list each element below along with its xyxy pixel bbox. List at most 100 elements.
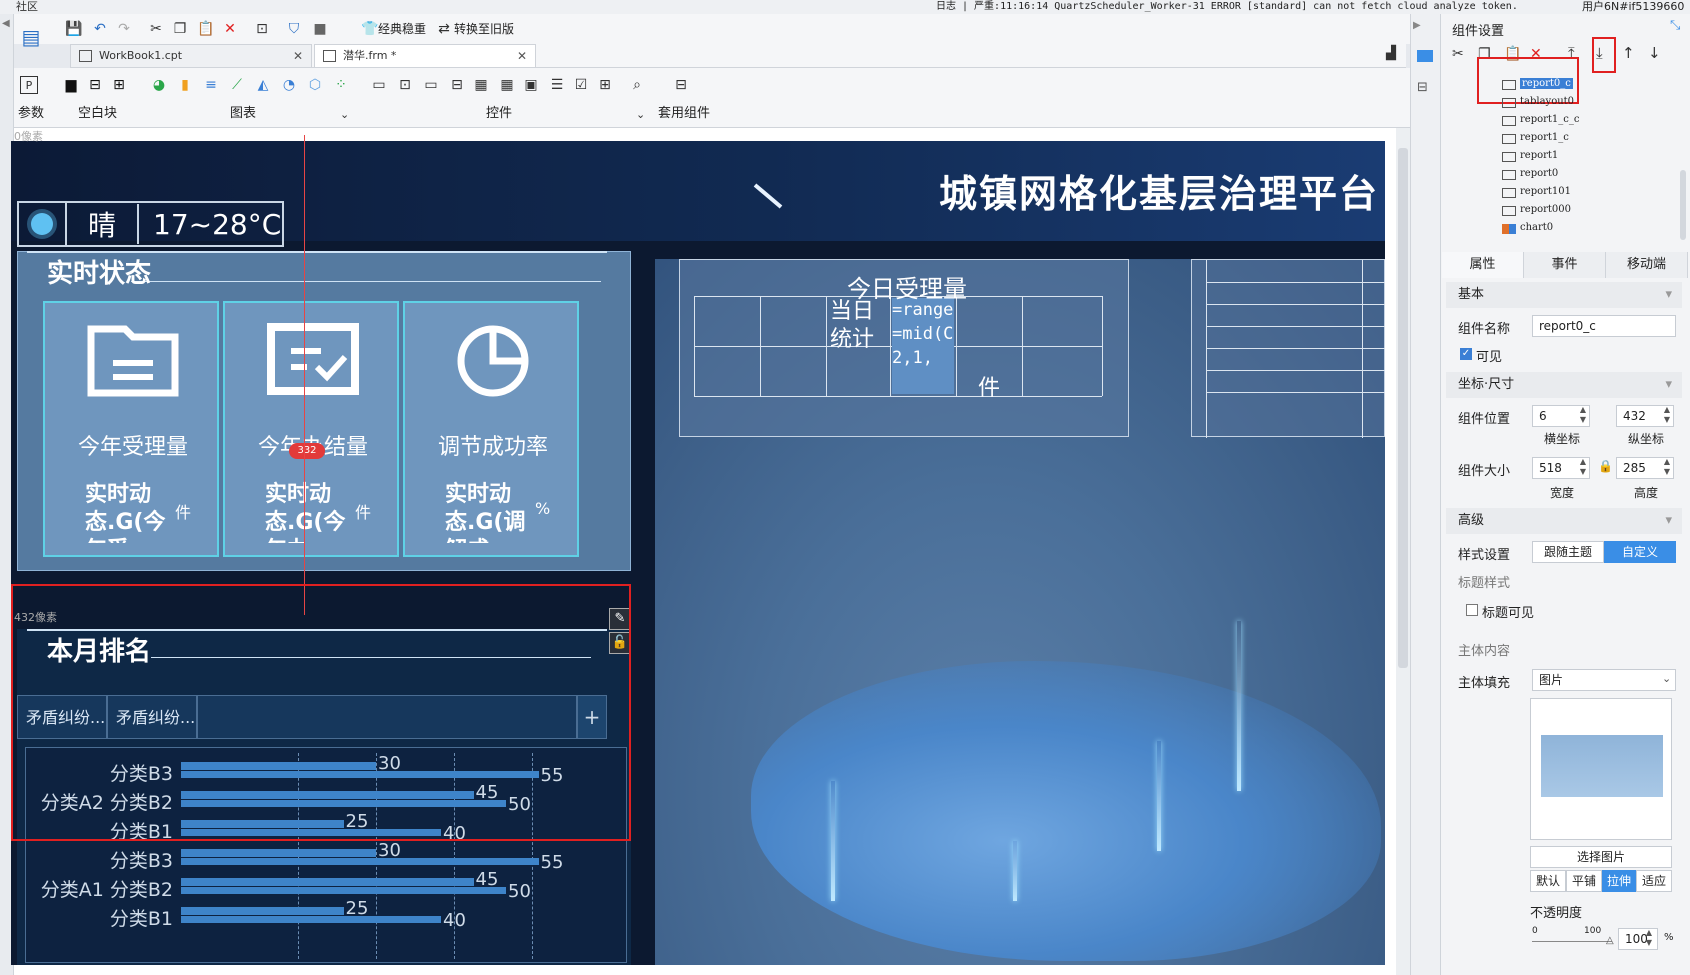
slider-thumb-icon[interactable]: △ — [1606, 935, 1614, 946]
hbar-chart-icon[interactable]: ≡ — [202, 76, 220, 94]
stepper-icon[interactable]: ▲ ▼ — [1662, 405, 1672, 427]
bar[interactable] — [181, 878, 474, 886]
bar[interactable] — [181, 907, 344, 915]
weather-widget[interactable]: 晴 17~28°C — [17, 201, 284, 247]
stop-icon[interactable]: ■ — [310, 19, 330, 39]
user-name[interactable]: 用户6N#if5139660 — [1582, 0, 1684, 14]
close-icon[interactable]: ✕ — [293, 45, 303, 67]
fill-select[interactable]: 图片 — [1532, 669, 1676, 691]
opacity-slider[interactable] — [1532, 941, 1612, 942]
section-position-size[interactable]: 坐标·尺寸 — [1446, 372, 1682, 398]
convert-legacy-button[interactable]: 转换至旧版 — [454, 20, 514, 37]
component-name-input[interactable]: report0_c — [1532, 315, 1676, 337]
community-link[interactable]: 社区 — [16, 0, 38, 14]
formula-cell[interactable]: =range =mid(C2,1, — [892, 298, 954, 394]
label-widget-icon[interactable]: ▭ — [422, 76, 440, 94]
pie-chart-icon[interactable]: ◕ — [150, 76, 168, 94]
combo-widget-icon[interactable]: ⊟ — [448, 76, 466, 94]
cut-icon[interactable]: ✂ — [146, 19, 166, 39]
chevron-down-icon[interactable]: ⌄ — [340, 108, 349, 121]
tree-item[interactable]: chart0 — [1502, 222, 1553, 234]
right-table-panel[interactable] — [1191, 259, 1385, 438]
apply-component-group[interactable]: 套用组件 — [658, 102, 710, 121]
mode-fit[interactable]: 适应 — [1636, 870, 1672, 892]
redo-icon[interactable]: ↷ — [114, 19, 134, 39]
stat-card-success-rate[interactable]: 调节成功率 实时动态.G(调解成 % — [403, 301, 579, 557]
aspect-lock-icon[interactable]: 🔒 — [1598, 459, 1613, 473]
bar[interactable] — [181, 916, 441, 923]
move-down-icon[interactable]: ↓ — [1648, 44, 1661, 62]
tab-events[interactable]: 事件 — [1524, 252, 1606, 278]
line-chart-icon[interactable]: ⟋ — [228, 76, 246, 94]
tree-item[interactable]: report0_c — [1502, 78, 1573, 90]
choose-image-button[interactable]: 选择图片 — [1530, 846, 1672, 868]
pin-icon[interactable]: ▟ — [1386, 46, 1396, 61]
tree-item[interactable]: report1 — [1502, 150, 1558, 162]
gauge-chart-icon[interactable]: ◔ — [280, 76, 298, 94]
blank-block-icon[interactable]: ▆ — [62, 76, 80, 94]
cut-icon[interactable]: ✂ — [1452, 46, 1464, 62]
calendar-widget-icon[interactable]: ▦ — [498, 76, 516, 94]
tree-item[interactable]: report1_c_c — [1502, 114, 1579, 126]
bar[interactable] — [181, 849, 376, 857]
widget-group[interactable]: 控件 — [486, 102, 512, 121]
classic-theme-button[interactable]: 经典稳重 — [378, 20, 426, 37]
stat-card-received[interactable]: 今年受理量 实时动态.G(今年受 件 — [43, 301, 219, 557]
visible-checkbox[interactable]: ✓ — [1460, 348, 1472, 360]
area-chart-icon[interactable]: ◭ — [254, 76, 272, 94]
delete-icon[interactable]: ✕ — [220, 19, 240, 39]
list-widget-icon[interactable]: ☰ — [548, 76, 566, 94]
stepper-icon[interactable]: ▲ ▼ — [1662, 457, 1672, 479]
checkbox-widget-icon[interactable]: ☑ — [572, 76, 590, 94]
daily-stat-cell[interactable]: 当日统计 — [830, 298, 886, 394]
undo-icon[interactable]: ↶ — [90, 19, 110, 39]
save-icon[interactable]: 💾 — [64, 19, 84, 39]
scrollbar-thumb[interactable] — [1398, 148, 1408, 668]
chevron-down-icon[interactable]: ⌄ — [1662, 672, 1671, 685]
log-message[interactable]: 日志 | 严重:11:16:14 QuartzScheduler_Worker-… — [936, 0, 1518, 14]
layout-block-icon[interactable]: ⊟ — [86, 76, 104, 94]
mode-tile[interactable]: 平铺 — [1566, 870, 1602, 892]
tree-item[interactable]: tablayout0 — [1502, 96, 1574, 108]
copy-icon[interactable]: ❐ — [170, 19, 190, 39]
tree-widget-icon[interactable]: ⊞ — [596, 76, 614, 94]
apply-component-icon[interactable]: ⊟ — [672, 76, 690, 94]
paste-icon[interactable]: 📋 — [196, 19, 216, 39]
title-visible-checkbox[interactable] — [1466, 604, 1478, 616]
unit-cell[interactable]: 件 — [978, 370, 1000, 402]
textbox-widget-icon[interactable]: ⊡ — [396, 76, 414, 94]
grid-block-icon[interactable]: ⊞ — [110, 76, 128, 94]
filter-icon[interactable]: ⛉ — [284, 19, 304, 39]
mode-default[interactable]: 默认 — [1530, 870, 1566, 892]
tree-item[interactable]: report0 — [1502, 168, 1558, 180]
style-custom-button[interactable]: 自定义 — [1604, 541, 1676, 563]
chevron-down-icon[interactable]: ⌄ — [636, 108, 645, 121]
scatter-chart-icon[interactable]: ⁘ — [332, 76, 350, 94]
theme-icon[interactable]: 👕 — [360, 19, 380, 39]
tab-form[interactable]: 潜华.frm * ✕ — [314, 44, 536, 67]
tree-item[interactable]: report1_c — [1502, 132, 1569, 144]
component-panel-icon[interactable] — [1417, 50, 1433, 62]
bar[interactable] — [181, 858, 539, 865]
preview-icon[interactable]: ⊡ — [252, 19, 272, 39]
tab-properties[interactable]: 属性 — [1442, 252, 1524, 278]
layout-panel-icon[interactable]: ⊟ — [1417, 80, 1428, 95]
button-widget-icon[interactable]: ▭ — [370, 76, 388, 94]
number-widget-icon[interactable]: ▣ — [522, 76, 540, 94]
tree-item[interactable]: report000 — [1502, 204, 1571, 216]
param-icon[interactable]: P — [20, 76, 38, 94]
chart-group[interactable]: 图表 — [230, 102, 256, 121]
stepper-icon[interactable]: ▲ ▼ — [1578, 457, 1588, 479]
date-widget-icon[interactable]: ▦ — [472, 76, 490, 94]
template-icon[interactable]: ▤ — [16, 22, 46, 52]
bar-chart-icon[interactable]: ▮ — [176, 76, 194, 94]
tab-workbook[interactable]: WorkBook1.cpt ✕ — [70, 44, 312, 67]
expand-arrow-icon[interactable]: ▶ — [1413, 20, 1421, 31]
stepper-icon[interactable]: ▲ ▼ — [1644, 928, 1654, 950]
search-widget-icon[interactable]: ⌕ — [628, 76, 646, 94]
tab-mobile[interactable]: 移动端 — [1606, 252, 1688, 278]
collapse-arrow-icon[interactable]: ◀ — [2, 18, 10, 29]
bar[interactable] — [181, 887, 506, 894]
radar-chart-icon[interactable]: ⬡ — [306, 76, 324, 94]
tree-scrollbar[interactable] — [1680, 170, 1686, 240]
